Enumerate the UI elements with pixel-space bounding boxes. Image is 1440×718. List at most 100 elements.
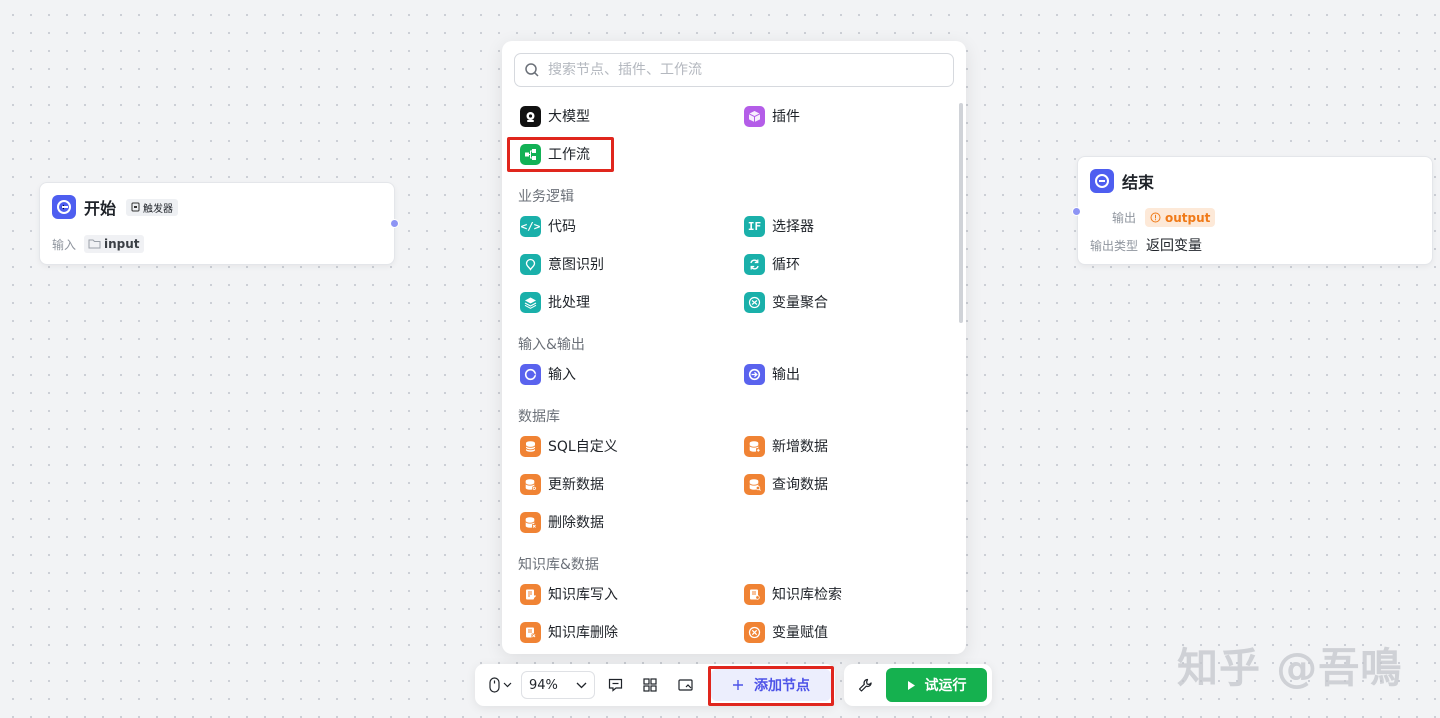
node-item-update-data-label: 更新数据	[548, 477, 604, 493]
start-node[interactable]: 开始 触发器 输入 input	[39, 182, 399, 265]
knowledge-delete-icon	[520, 621, 541, 643]
end-node[interactable]: 结束 输出 output 输出类型 返回变量	[1072, 156, 1433, 265]
node-item-loop-label: 循环	[772, 257, 800, 273]
database-add-icon	[744, 435, 765, 457]
warning-circle-icon	[1150, 212, 1161, 223]
lock-icon	[131, 202, 140, 212]
node-item-workflow[interactable]: 工作流	[520, 142, 590, 166]
node-item-batch[interactable]: 批处理	[520, 290, 590, 314]
add-node-button-label: 添加节点	[754, 678, 810, 694]
node-item-query-data[interactable]: 查询数据	[744, 472, 828, 496]
watermark: 知乎 @吾鳴	[1177, 644, 1403, 692]
node-item-add-data[interactable]: 新增数据	[744, 434, 828, 458]
node-item-knowledge-search[interactable]: 知识库检索	[744, 582, 842, 606]
variable-assign-icon	[744, 621, 765, 643]
panel-scrollbar[interactable]	[959, 103, 963, 323]
node-item-delete-data-label: 删除数据	[548, 515, 604, 531]
node-item-code-label: 代码	[548, 219, 576, 235]
end-node-input-port[interactable]	[1072, 207, 1081, 216]
variable-chip-input-label: input	[104, 237, 140, 251]
node-item-knowledge-write-label: 知识库写入	[548, 587, 618, 603]
node-item-code[interactable]: </> 代码	[520, 214, 576, 238]
add-node-panel: 大模型 插件 工作流 业务逻辑 </> 代码 IF 选择器 意图识别 循环 批处…	[502, 41, 966, 654]
node-item-delete-data[interactable]: 删除数据	[520, 510, 604, 534]
node-item-sql-custom[interactable]: SQL自定义	[520, 434, 618, 458]
output-icon	[744, 363, 765, 385]
database-query-icon	[744, 473, 765, 495]
zoom-value: 94%	[529, 677, 558, 693]
wrench-icon	[858, 678, 872, 692]
node-item-variable-merge[interactable]: 变量聚合	[744, 290, 828, 314]
start-node-input-row: 输入 input	[52, 235, 144, 253]
end-node-type-row: 输出类型 返回变量	[1090, 235, 1202, 255]
node-item-selector-label: 选择器	[772, 219, 814, 235]
section-title-input-output: 输入&输出	[518, 337, 585, 353]
database-update-icon	[520, 473, 541, 495]
input-icon	[520, 363, 541, 385]
chevron-down-icon	[503, 682, 511, 688]
node-item-variable-merge-label: 变量聚合	[772, 295, 828, 311]
variable-chip-output[interactable]: output	[1145, 208, 1216, 227]
knowledge-search-icon	[744, 583, 765, 605]
start-node-icon	[52, 195, 76, 219]
end-node-type-value: 返回变量	[1146, 238, 1203, 254]
node-item-knowledge-delete-label: 知识库删除	[548, 625, 618, 641]
node-item-output[interactable]: 输出	[744, 362, 800, 386]
start-node-title: 开始	[84, 199, 117, 218]
trigger-tag[interactable]: 触发器	[126, 198, 179, 216]
settings-wrench-button[interactable]	[853, 673, 877, 697]
play-icon	[907, 680, 915, 690]
minimap-button[interactable]	[673, 673, 697, 697]
node-search-box[interactable]	[514, 53, 954, 87]
node-item-loop[interactable]: 循环	[744, 252, 800, 276]
mouse-icon	[488, 677, 500, 693]
end-node-header: 结束	[1090, 169, 1154, 193]
workflow-icon	[520, 143, 541, 165]
variable-merge-icon	[744, 291, 765, 313]
node-item-llm[interactable]: 大模型	[520, 104, 590, 128]
test-run-button[interactable]: 试运行	[886, 668, 987, 702]
end-node-icon	[1090, 169, 1114, 193]
test-run-button-label: 试运行	[924, 678, 967, 694]
node-item-plugin-label: 插件	[772, 109, 800, 125]
chevron-down-icon	[576, 682, 587, 688]
node-item-selector[interactable]: IF 选择器	[744, 214, 814, 238]
node-item-workflow-label: 工作流	[548, 147, 590, 163]
start-node-input-label: 输入	[52, 237, 77, 252]
loop-icon	[744, 253, 765, 275]
database-icon	[520, 435, 541, 457]
batch-layers-icon	[520, 291, 541, 313]
node-item-knowledge-search-label: 知识库检索	[772, 587, 842, 603]
auto-layout-button[interactable]	[638, 673, 662, 697]
search-icon	[525, 63, 539, 77]
node-item-variable-assign[interactable]: 变量赋值	[744, 620, 828, 644]
node-item-knowledge-delete[interactable]: 知识库删除	[520, 620, 618, 644]
node-item-update-data[interactable]: 更新数据	[520, 472, 604, 496]
node-item-plugin[interactable]: 插件	[744, 104, 800, 128]
node-item-knowledge-write[interactable]: 知识库写入	[520, 582, 618, 606]
node-item-add-data-label: 新增数据	[772, 439, 828, 455]
node-item-output-label: 输出	[772, 367, 800, 383]
interaction-mode-button[interactable]	[483, 673, 517, 697]
start-node-output-port[interactable]	[390, 219, 399, 228]
start-node-header: 开始 触发器	[52, 195, 179, 219]
node-item-query-data-label: 查询数据	[772, 477, 828, 493]
comment-button[interactable]	[603, 673, 627, 697]
if-selector-icon: IF	[744, 215, 765, 237]
end-node-output-label: 输出	[1112, 211, 1137, 225]
code-icon: </>	[520, 215, 541, 237]
comment-icon	[608, 678, 622, 692]
node-item-input[interactable]: 输入	[520, 362, 576, 386]
variable-chip-input[interactable]: input	[84, 235, 144, 253]
node-item-intent[interactable]: 意图识别	[520, 252, 604, 276]
run-toolbar: 试运行	[844, 664, 992, 706]
add-node-button[interactable]: 添加节点	[711, 669, 831, 701]
node-item-variable-assign-label: 变量赋值	[772, 625, 828, 641]
node-search-input[interactable]	[548, 62, 928, 78]
end-node-output-row: 输出 output	[1112, 208, 1216, 227]
folder-icon	[88, 239, 101, 249]
grid-layout-icon	[643, 678, 657, 692]
plugin-cube-icon	[744, 105, 765, 127]
node-item-sql-custom-label: SQL自定义	[548, 439, 618, 455]
zoom-select[interactable]: 94%	[521, 671, 595, 699]
